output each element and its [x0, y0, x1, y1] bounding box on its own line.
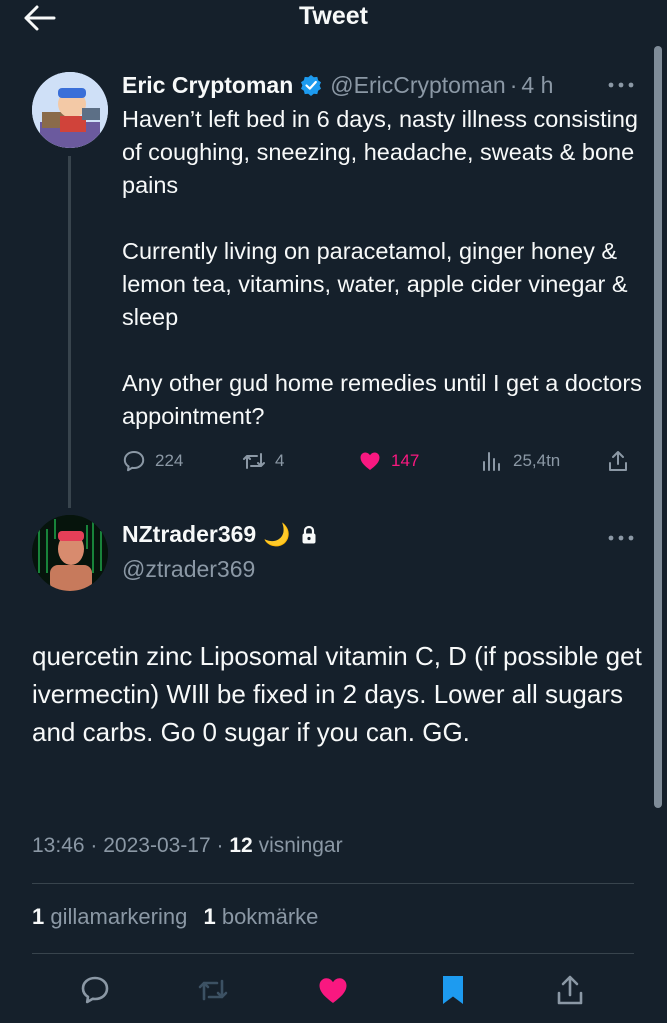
tweet-header: Eric Cryptoman @EricCryptoman · 4 h	[122, 70, 553, 100]
reply-metadata: 13:46 · 2023-03-17 · 12 visningar	[32, 834, 343, 858]
likes-count: 1	[32, 904, 45, 929]
avatar-illustration	[32, 72, 108, 148]
tweet-paragraph: Currently living on paracetamol, ginger …	[122, 238, 628, 330]
share-icon[interactable]	[553, 973, 587, 1007]
retweet-icon	[243, 453, 265, 469]
likes-stat[interactable]: 1 gillamarkering	[32, 904, 193, 929]
reply-author-row: NZtrader369 🌙	[122, 521, 317, 548]
thread-connector-line	[68, 156, 71, 508]
like-count: 147	[391, 451, 420, 470]
bookmarks-count: 1	[203, 904, 216, 929]
tweet-body: Haven’t left bed in 6 days, nasty illnes…	[122, 103, 642, 433]
moon-emoji: 🌙	[263, 521, 291, 547]
avatar-illustration	[32, 515, 108, 591]
retweet-icon[interactable]	[196, 973, 230, 1007]
more-icon[interactable]	[608, 534, 634, 542]
bookmark-icon[interactable]	[436, 973, 470, 1007]
reply-body: quercetin zinc Liposomal vitamin C, D (i…	[32, 641, 642, 747]
lock-icon	[302, 525, 316, 543]
dot-separator: ·	[90, 834, 98, 857]
author-name[interactable]: Eric Cryptoman	[122, 72, 293, 99]
like-button[interactable]: 147	[358, 447, 419, 475]
share-button[interactable]	[606, 447, 639, 475]
dot-separator: ·	[509, 71, 518, 98]
avatar-nztrader369[interactable]	[32, 515, 108, 591]
reply-icon[interactable]	[78, 973, 112, 1007]
bookmarks-stat[interactable]: 1 bokmärke	[203, 904, 318, 929]
tweet-paragraph: Any other gud home remedies until I get …	[122, 370, 642, 429]
verified-badge-icon	[301, 75, 322, 96]
scrollbar[interactable]	[654, 46, 662, 808]
like-icon[interactable]	[316, 973, 350, 1007]
reply-author-name[interactable]: NZtrader369	[122, 521, 256, 548]
tweet-time[interactable]: 4 h	[521, 72, 553, 99]
reply-count: 224	[155, 451, 184, 470]
reply-author-handle[interactable]: @ztrader369	[122, 556, 255, 583]
reply-date[interactable]: 2023-03-17	[103, 834, 210, 857]
avatar-eric-cryptoman[interactable]	[32, 72, 108, 148]
divider	[32, 953, 634, 954]
views-icon	[483, 452, 500, 471]
views-button[interactable]: 25,4tn	[480, 447, 560, 475]
page-title: Tweet	[299, 2, 368, 30]
reply-time[interactable]: 13:46	[32, 834, 85, 857]
retweet-button[interactable]: 4	[242, 447, 284, 475]
views-label: visningar	[258, 834, 343, 857]
header-bar: Tweet	[0, 0, 667, 36]
views-count: 12	[229, 834, 253, 857]
reply-icon	[123, 451, 145, 472]
views-count: 25,4tn	[513, 451, 561, 470]
tweet-paragraph: Haven’t left bed in 6 days, nasty illnes…	[122, 106, 638, 198]
more-icon[interactable]	[608, 81, 634, 89]
reply-stats: 1 gillamarkering 1 bokmärke	[32, 904, 318, 930]
bookmarks-label: bokmärke	[221, 904, 319, 929]
reply-button[interactable]: 224	[122, 447, 183, 475]
share-icon	[609, 451, 627, 471]
like-icon	[360, 452, 380, 470]
dot-separator: ·	[216, 834, 224, 857]
retweet-count: 4	[275, 451, 285, 470]
author-handle[interactable]: @EricCryptoman	[330, 72, 505, 99]
likes-label: gillamarkering	[50, 904, 188, 929]
divider	[32, 883, 634, 884]
